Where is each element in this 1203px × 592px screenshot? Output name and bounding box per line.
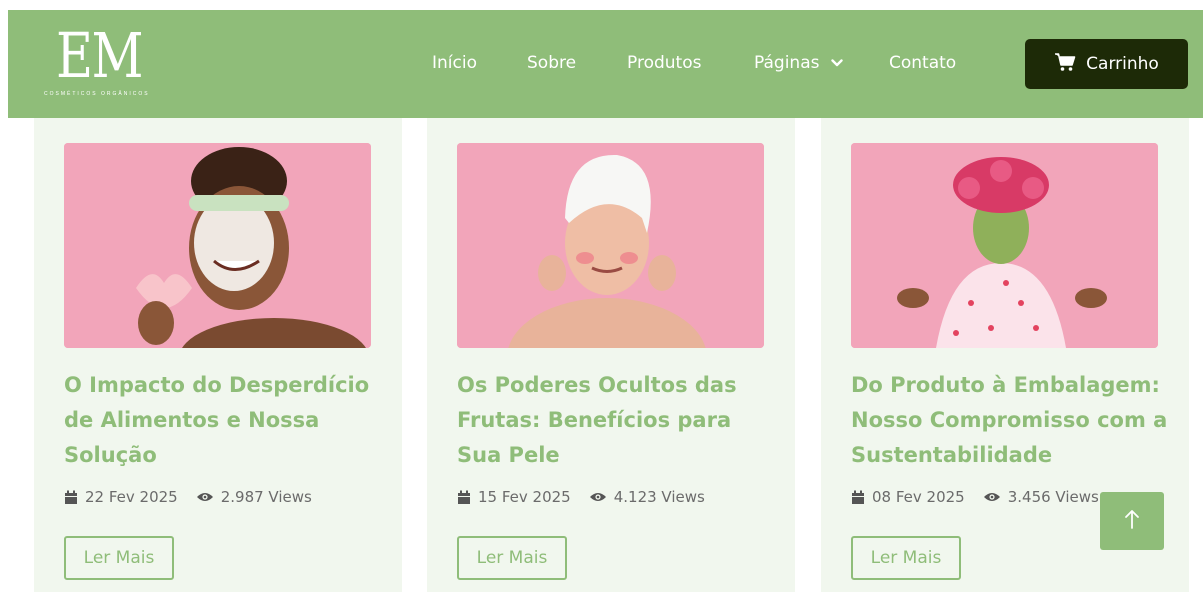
logo-mark: EM (56, 19, 144, 92)
post-views: 2.987 Views (220, 488, 312, 506)
nav-item-sobre[interactable]: Sobre (527, 53, 576, 73)
read-more-button[interactable]: Ler Mais (457, 536, 567, 580)
post-views: 4.123 Views (613, 488, 705, 506)
cart-button-label: Carrinho (1086, 54, 1159, 74)
cart-button[interactable]: Carrinho (1025, 39, 1188, 89)
post-views: 3.456 Views (1007, 488, 1099, 506)
scroll-to-top-button[interactable] (1100, 492, 1164, 550)
brand-logo[interactable]: EM COSMÉTICOS ORGÂNICOS (44, 24, 174, 104)
nav-item-paginas[interactable]: Páginas (754, 53, 843, 73)
blog-card: Os Poderes Ocultos das Frutas: Benefício… (427, 118, 795, 592)
logo-subtitle: COSMÉTICOS ORGÂNICOS (44, 91, 150, 97)
nav-item-inicio[interactable]: Início (432, 53, 477, 73)
eye-icon (196, 491, 214, 503)
post-meta: 22 Fev 2025 2.987 Views (64, 487, 312, 507)
chevron-down-icon (831, 53, 843, 73)
post-image[interactable] (64, 143, 371, 348)
eye-icon (983, 491, 1001, 503)
post-image[interactable] (851, 143, 1158, 348)
post-title[interactable]: Do Produto à Embalagem: Nosso Compromiss… (851, 368, 1171, 473)
post-date: 08 Fev 2025 (872, 488, 965, 506)
read-more-button[interactable]: Ler Mais (851, 536, 961, 580)
post-title[interactable]: O Impacto do Desperdício de Alimentos e … (64, 368, 384, 473)
calendar-icon (851, 490, 865, 505)
post-date: 15 Fev 2025 (478, 488, 571, 506)
calendar-icon (64, 490, 78, 505)
nav-item-paginas-label: Páginas (754, 53, 820, 73)
post-meta: 08 Fev 2025 3.456 Views (851, 487, 1099, 507)
eye-icon (589, 491, 607, 503)
arrow-up-icon (1124, 508, 1140, 535)
post-date: 22 Fev 2025 (85, 488, 178, 506)
nav-item-contato[interactable]: Contato (889, 53, 956, 73)
shopping-cart-icon (1054, 52, 1076, 77)
blog-card: O Impacto do Desperdício de Alimentos e … (34, 118, 402, 592)
site-header: EM COSMÉTICOS ORGÂNICOS Início Sobre Pro… (8, 10, 1203, 118)
post-image[interactable] (457, 143, 764, 348)
calendar-icon (457, 490, 471, 505)
nav-item-produtos[interactable]: Produtos (627, 53, 701, 73)
post-title[interactable]: Os Poderes Ocultos das Frutas: Benefício… (457, 368, 777, 473)
read-more-button[interactable]: Ler Mais (64, 536, 174, 580)
post-meta: 15 Fev 2025 4.123 Views (457, 487, 705, 507)
